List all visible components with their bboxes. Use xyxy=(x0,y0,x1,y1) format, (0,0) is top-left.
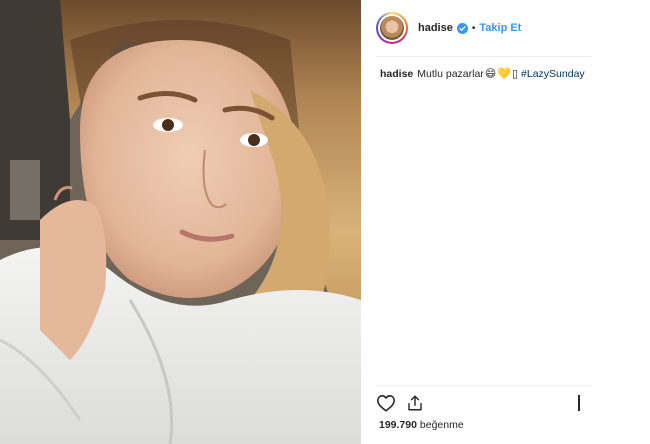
post-header: hadise • Takip Et xyxy=(362,0,592,56)
likes-label: beğenme xyxy=(419,419,464,431)
action-bar xyxy=(376,392,592,414)
follow-button[interactable]: Takip Et xyxy=(479,22,521,34)
share-icon[interactable] xyxy=(406,394,424,412)
grinning-emoji: 😄 xyxy=(484,67,497,80)
header-divider xyxy=(376,56,592,57)
avatar[interactable] xyxy=(376,12,408,44)
post-photo[interactable] xyxy=(0,0,361,444)
avatar-image xyxy=(380,16,404,40)
yellow-heart-emoji: 💛 xyxy=(497,67,511,80)
caption-username[interactable]: hadise xyxy=(380,67,413,81)
verified-badge-icon xyxy=(456,22,468,34)
likes-count[interactable]: 199.790 beğenme xyxy=(379,419,464,431)
author-username[interactable]: hadise xyxy=(418,22,453,34)
caption: hadise Mutlu pazarlar 😄 💛 ▯ #LazySunday xyxy=(380,67,640,81)
caption-hashtag[interactable]: #LazySunday xyxy=(521,67,585,81)
bookmark-icon[interactable] xyxy=(578,395,580,411)
heart-icon[interactable] xyxy=(376,394,396,412)
caption-text: Mutlu pazarlar xyxy=(417,68,484,80)
separator-dot: • xyxy=(471,22,476,34)
selfie-illustration xyxy=(0,0,361,444)
unsupported-emoji: ▯ xyxy=(511,67,519,80)
actions-divider xyxy=(376,385,592,386)
likes-number: 199.790 xyxy=(379,419,417,431)
post-side-panel: hadise • Takip Et hadise Mutlu pazarlar … xyxy=(362,0,650,444)
